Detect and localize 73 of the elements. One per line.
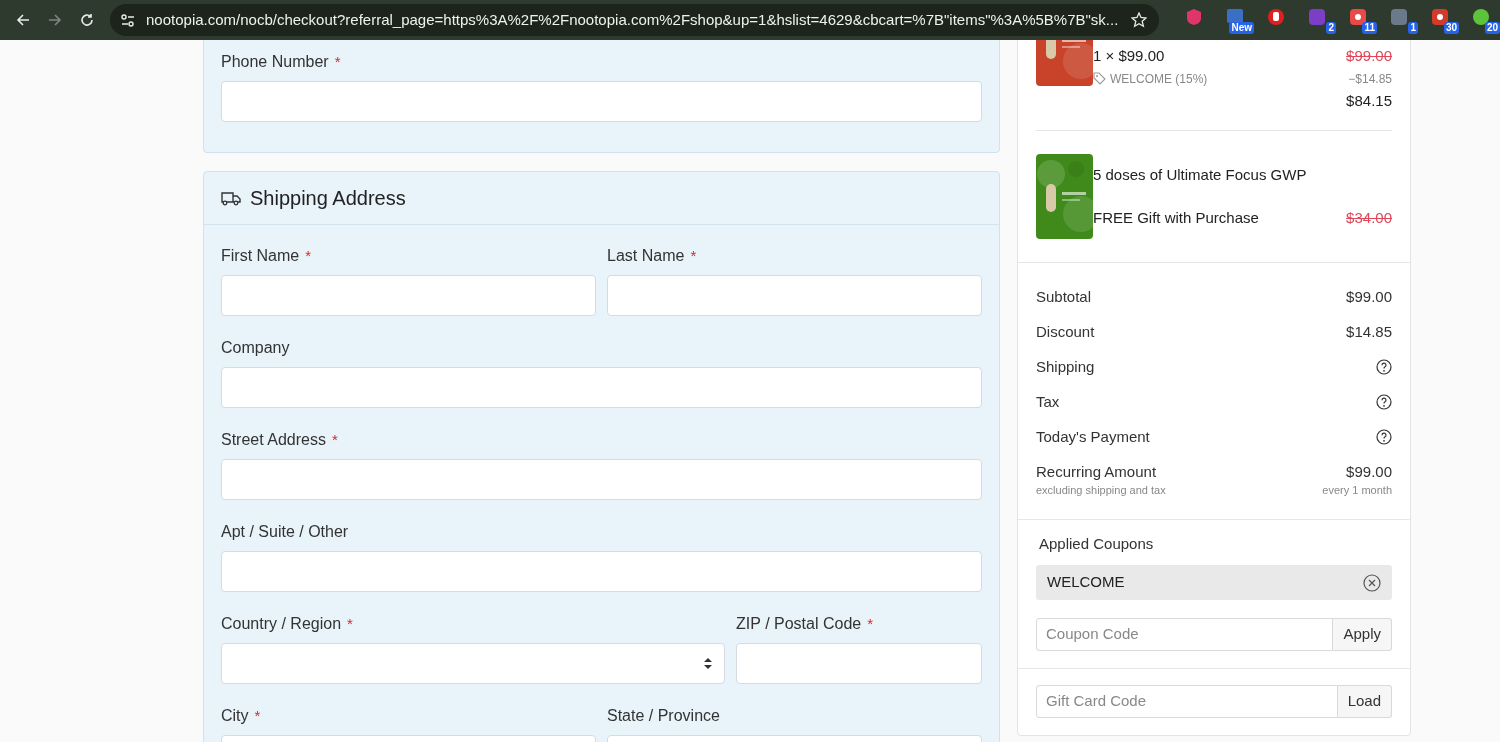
field-label: Apt / Suite / Other (221, 522, 349, 542)
summary-value: $99.00 (1346, 286, 1392, 307)
summary-label: Today's Payment (1036, 426, 1150, 447)
coupon-label: WELCOME (15%) (1110, 70, 1208, 88)
tag-icon (1093, 72, 1106, 85)
original-price: $99.00 (1346, 46, 1392, 66)
extension-icon[interactable] (1267, 8, 1285, 26)
star-icon[interactable] (1131, 12, 1147, 28)
notification-badge: 30 (1443, 22, 1459, 34)
input-field[interactable] (607, 275, 982, 316)
sort-arrows-icon (704, 658, 713, 669)
summary-note: every 1 month (1322, 483, 1392, 498)
required-asterisk: * (347, 613, 353, 634)
summary-value: $99.00 (1346, 461, 1392, 482)
site-settings-icon[interactable] (120, 13, 136, 27)
select-field[interactable] (221, 643, 726, 684)
summary-value: $14.85 (1346, 321, 1392, 342)
text-field[interactable]: Gift Card Code (1036, 685, 1338, 718)
field-label: Country / Region (221, 614, 342, 634)
coupon-code: WELCOME (1047, 572, 1125, 593)
notification-badge: 11 (1362, 22, 1377, 34)
notification-badge: 1 (1408, 22, 1418, 34)
required-asterisk: * (334, 51, 341, 72)
required-asterisk: * (305, 245, 312, 266)
input-field[interactable] (736, 643, 982, 684)
required-asterisk: * (254, 705, 261, 726)
url-text: nootopia.com/nocb/checkout?referral_page=https%3A%2F%2Fnootopia.com%2Fshop&up=1&hslist=4629&cbcart=%7B"items"%3A%5B%7B"sk... (146, 9, 1120, 30)
input-field[interactable] (221, 551, 982, 592)
field-label: State / Province (607, 706, 720, 726)
forward-icon[interactable] (48, 13, 62, 27)
item-price: $84.15 (1346, 90, 1392, 111)
help-icon[interactable] (1376, 394, 1392, 410)
discount-amount: −$14.85 (1348, 70, 1392, 88)
item-name: 5 doses of Ultimate Focus GWP (1093, 165, 1308, 185)
notification-badge: 20 (1484, 22, 1500, 34)
field-label: Street Address (221, 430, 326, 450)
summary-label: Discount (1036, 321, 1095, 342)
remove-icon[interactable] (1363, 573, 1381, 592)
help-icon[interactable] (1376, 359, 1392, 375)
summary-note: excluding shipping and tax (1036, 483, 1166, 498)
field-label: Last Name (607, 246, 685, 266)
apply-button[interactable]: Apply (1333, 618, 1392, 651)
input-field[interactable] (221, 81, 982, 122)
section-heading: Applied Coupons (1038, 533, 1155, 554)
summary-label: Subtotal (1036, 286, 1092, 307)
input-field[interactable] (221, 275, 596, 316)
required-asterisk: * (690, 245, 697, 266)
section-title: Shipping Address (250, 186, 406, 211)
field-label: Company (221, 338, 290, 358)
extension-icon[interactable] (1349, 8, 1367, 26)
help-icon[interactable] (1376, 429, 1392, 445)
field-label: Phone Number (221, 52, 329, 72)
truck-icon (221, 190, 241, 206)
text-field[interactable]: Coupon Code (1036, 618, 1334, 651)
required-asterisk: * (331, 429, 338, 450)
notification-badge: 2 (1326, 22, 1336, 34)
reload-icon[interactable] (80, 13, 94, 27)
field-label: First Name (221, 246, 300, 266)
quantity-price: 1 × $99.00 (1093, 46, 1165, 66)
load-button[interactable]: Load (1337, 685, 1392, 718)
field-label: City (221, 706, 249, 726)
item-note: FREE Gift with Purchase (1093, 207, 1259, 228)
summary-label: Recurring Amount (1036, 461, 1157, 482)
notification-badge: New (1229, 22, 1254, 34)
input-field[interactable] (221, 459, 982, 500)
field-label: ZIP / Postal Code (736, 614, 862, 634)
required-asterisk: * (867, 613, 874, 634)
summary-label: Shipping (1036, 356, 1095, 377)
input-field[interactable] (221, 367, 982, 408)
original-price: $34.00 (1346, 207, 1392, 228)
summary-label: Tax (1036, 391, 1060, 412)
address-bar[interactable]: nootopia.com/nocb/checkout?referral_page=https%3A%2F%2Fnootopia.com%2Fshop&up=1&hslist=4629&cbcart=%7B"items"%3A%5B%7B"sk... (110, 4, 1159, 36)
back-icon[interactable] (16, 13, 30, 27)
